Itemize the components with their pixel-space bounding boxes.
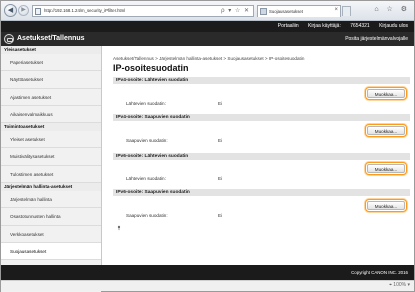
edit-button-ipv6-inbound[interactable]: Muokkaa... <box>365 199 407 212</box>
page-title: IP-osoitesuodatin <box>113 63 189 73</box>
logout-link[interactable]: Kirjaudu ulos <box>379 23 408 29</box>
sidebar-group-general: Yleisasetukset <box>4 47 36 52</box>
sidebar-group-system: Järjestelmän hallinta-asetukset <box>4 184 73 190</box>
edit-button-ipv4-outbound[interactable]: Muokkaa... <box>365 87 407 100</box>
settings-logo-icon <box>4 34 14 44</box>
edit-button-label: Muokkaa... <box>367 89 405 98</box>
mail-admin-link[interactable]: Posita järjestelmänvalvojalle <box>345 36 408 42</box>
edit-button-label: Muokkaa... <box>367 201 405 210</box>
app-header: Asetukset/Tallennus Posita järjestelmänv… <box>1 32 414 46</box>
field-label-ipv6-outbound: Lähtevien suodatin: <box>126 176 166 181</box>
field-value-ipv4-outbound: Ei <box>218 101 223 106</box>
breadcrumb: Asetukset/Tallennus > Järjestelmän halli… <box>113 56 305 61</box>
address-bar-icons[interactable]: ρ ▾ ☆ ✕ <box>221 7 250 14</box>
sidebar-item-adjustment[interactable]: Aikaisenvalmaikkuus <box>1 105 101 124</box>
sidebar-item-department-id[interactable]: Osastotunnusten hallinta <box>1 208 101 226</box>
field-label-ipv4-outbound: Lähtevien suodatin: <box>126 101 166 106</box>
browser-toolbar: ◀ ▶ http://192.168.1.24/m_security_iPfil… <box>1 1 414 21</box>
section-header-ipv6-inbound: IPv6-osoite: Saapuvien suodatin <box>113 189 410 196</box>
section-header-ipv4-outbound: IPv4-osoite: Lähtevien suodatin <box>113 77 410 84</box>
field-label-ipv4-inbound: Saapuvien suodatin: <box>126 138 168 143</box>
browser-tab[interactable]: Suojausasetukset × <box>257 5 341 17</box>
app-title: Asetukset/Tallennus <box>17 35 85 42</box>
sidebar-item-memory[interactable]: Muistivälitysasetukset <box>1 148 101 166</box>
tab-close-icon[interactable]: × <box>334 7 338 13</box>
page-icon <box>35 8 41 15</box>
top-links: Portaaliin Kirjaa käyttäjä: 7654321 Kirj… <box>270 23 408 29</box>
browser-tools-icons[interactable]: ⌂ ☆ ⚙ <box>374 5 410 13</box>
field-value-ipv4-inbound: Ei <box>218 138 223 143</box>
edit-button-label: Muokkaa... <box>367 126 405 135</box>
forward-button[interactable]: ▶ <box>18 5 29 16</box>
sidebar-item-network[interactable]: Verkkoasetukset <box>1 225 101 243</box>
edit-button-ipv6-outbound[interactable]: Muokkaa... <box>365 162 407 175</box>
edit-button-label: Muokkaa... <box>367 164 405 173</box>
back-to-top-icon[interactable]: ⯭ <box>117 226 121 233</box>
portal-link[interactable]: Portaaliin <box>278 23 299 29</box>
main-content: Asetukset/Tallennus > Järjestelmän halli… <box>103 46 414 265</box>
back-button[interactable]: ◀ <box>4 4 17 17</box>
section-header-ipv6-outbound: IPv6-osoite: Lähtevien suodatin <box>113 153 410 160</box>
sidebar-item-security[interactable]: Suojausasetukset <box>1 242 101 261</box>
login-user-label: Kirjaa käyttäjä: <box>308 23 341 29</box>
sidebar-item-system-management[interactable]: Järjestelmän hallinta <box>1 191 101 209</box>
zoom-control[interactable]: ⌖ 100% ▾ <box>389 282 410 288</box>
footer: Copyright CANON INC. 2016 <box>1 265 414 280</box>
sidebar-item-display[interactable]: Näyttöasetukset <box>1 71 101 89</box>
sidebar: Yleisasetukset Paperiasetukset Näyttöase… <box>1 46 102 292</box>
sidebar-item-printer[interactable]: Tulostimen asetukset <box>1 165 101 184</box>
sidebar-item-paper[interactable]: Paperiasetukset <box>1 54 101 72</box>
new-tab-button[interactable] <box>342 6 351 16</box>
sidebar-item-common[interactable]: Yleiset asetukset <box>1 131 101 149</box>
tab-title: Suojausasetukset <box>269 9 303 14</box>
copyright-text: Copyright CANON INC. 2016 <box>351 270 408 275</box>
field-value-ipv6-outbound: Ei <box>218 176 223 181</box>
browser-status-bar: ⌖ 100% ▾ <box>1 280 414 291</box>
section-header-ipv4-inbound: IPv4-osoite: Saapuvien suodatin <box>113 114 410 121</box>
address-bar[interactable]: http://192.168.1.24/m_security_iPfilter.… <box>32 5 254 17</box>
sidebar-item-timer[interactable]: Ajastimen asetukset <box>1 88 101 106</box>
login-user-id: 7654321 <box>350 23 370 29</box>
top-bar: Portaaliin Kirjaa käyttäjä: 7654321 Kirj… <box>1 21 414 32</box>
edit-button-ipv4-inbound[interactable]: Muokkaa... <box>365 124 407 137</box>
field-value-ipv6-inbound: Ei <box>218 213 223 218</box>
field-label-ipv6-inbound: Saapuvien suodatin: <box>126 213 168 218</box>
sidebar-group-function: Toimintoasetukset <box>4 124 45 130</box>
address-url[interactable]: http://192.168.1.24/m_security_iPfilter.… <box>44 8 125 13</box>
favicon-icon <box>260 8 267 15</box>
